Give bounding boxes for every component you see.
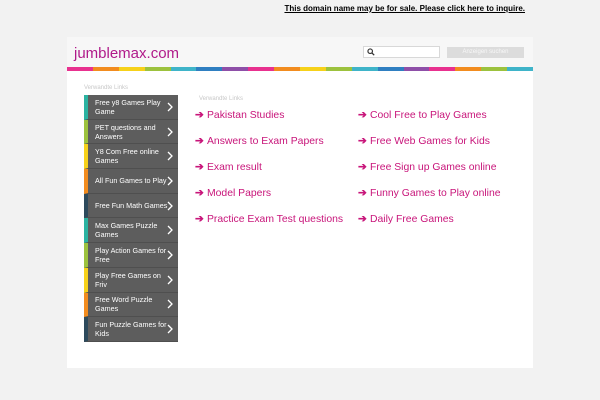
related-link-label: Exam result (207, 162, 262, 173)
sidebar-item-label: Free y8 Games Play Game (95, 97, 161, 116)
related-link-label: Answers to Exam Papers (207, 136, 324, 147)
sidebar-heading: Verwandte Links (84, 85, 129, 91)
related-link[interactable]: ➔ Free Sign up Games online (358, 161, 497, 174)
sidebar-item[interactable]: All Fun Games to Play (84, 169, 178, 194)
sidebar-item[interactable]: Play Free Games on Friv (84, 267, 178, 293)
rainbow-segment (144, 67, 171, 71)
related-link[interactable]: ➔ Funny Games to Play online (358, 187, 501, 200)
arrow-right-icon: ➔ (195, 214, 204, 225)
search-box[interactable] (363, 46, 440, 58)
arrow-right-icon: ➔ (358, 188, 367, 199)
related-link-label: Cool Free to Play Games (370, 110, 487, 121)
search-button[interactable]: Anzeigen suchen (447, 47, 524, 58)
arrow-right-icon: ➔ (195, 162, 204, 173)
chevron-right-icon (167, 324, 173, 334)
rainbow-segment (92, 67, 119, 71)
rainbow-segment (481, 67, 508, 71)
related-link-label: Funny Games to Play online (370, 188, 501, 199)
arrow-right-icon: ➔ (195, 188, 204, 199)
related-link[interactable]: ➔ Exam result (195, 161, 262, 174)
sidebar-item[interactable]: Free Word Puzzle Games (84, 292, 178, 318)
related-link[interactable]: ➔ Cool Free to Play Games (358, 109, 487, 122)
sidebar-item-label: Y8 Com Free online Games (95, 147, 159, 166)
related-link[interactable]: ➔ Practice Exam Test questions (195, 213, 343, 226)
chevron-right-icon (167, 225, 173, 235)
related-link[interactable]: ➔ Free Web Games for Kids (358, 135, 490, 148)
rainbow-segment (403, 67, 430, 71)
chevron-right-icon (167, 176, 173, 186)
related-link[interactable]: ➔ Answers to Exam Papers (195, 135, 324, 148)
sale-notice-bar: This domain name may be for sale. Please… (0, 4, 600, 16)
sale-notice-link[interactable]: This domain name may be for sale. Please… (284, 4, 525, 13)
rainbow-segment (118, 67, 145, 71)
site-logo[interactable]: jumblemax.com (74, 45, 179, 63)
chevron-right-icon (167, 201, 173, 211)
sidebar-item-label: PET questions and Answers (95, 122, 156, 141)
chevron-right-icon (167, 299, 173, 309)
rainbow-segment (170, 67, 197, 71)
rainbow-segment (300, 67, 326, 71)
chevron-right-icon (167, 102, 173, 112)
sidebar-item[interactable]: Play Action Games for Free (84, 243, 178, 268)
sidebar-item[interactable]: Y8 Com Free online Games (84, 144, 178, 170)
related-link-label: Free Sign up Games online (370, 162, 497, 173)
arrow-right-icon: ➔ (195, 110, 204, 121)
rainbow-divider (67, 67, 534, 71)
main-heading: Verwandte Links (199, 96, 244, 102)
rainbow-segment (429, 67, 456, 71)
rainbow-segment (351, 67, 378, 71)
arrow-right-icon: ➔ (195, 136, 204, 147)
arrow-right-icon: ➔ (358, 136, 367, 147)
related-link[interactable]: ➔ Daily Free Games (358, 213, 454, 226)
rainbow-segment (455, 67, 482, 71)
related-link[interactable]: ➔ Pakistan Studies (195, 109, 284, 122)
sidebar-item[interactable]: Free y8 Games Play Game (84, 95, 178, 120)
sidebar-item[interactable]: Max Games Puzzle Games (84, 218, 178, 244)
rainbow-segment (377, 67, 404, 71)
chevron-right-icon (167, 250, 173, 260)
rainbow-segment (222, 67, 249, 71)
rainbow-segment (325, 67, 352, 71)
sidebar-item-label: All Fun Games to Play (95, 176, 167, 186)
sidebar-item[interactable]: Free Fun Math Games (84, 193, 178, 219)
arrow-right-icon: ➔ (358, 162, 367, 173)
related-link-label: Free Web Games for Kids (370, 136, 490, 147)
arrow-right-icon: ➔ (358, 110, 367, 121)
sidebar-item-label: Fun Puzzle Games for Kids (95, 320, 167, 339)
rainbow-segment (67, 67, 93, 71)
chevron-right-icon (167, 127, 173, 136)
search-input[interactable] (377, 47, 437, 57)
sidebar-item[interactable]: PET questions and Answers (84, 119, 178, 145)
related-link-label: Practice Exam Test questions (207, 214, 344, 225)
search-icon (367, 48, 375, 56)
related-link-label: Daily Free Games (370, 214, 454, 225)
sidebar-item-label: Free Word Puzzle Games (95, 295, 153, 314)
related-link-label: Model Papers (207, 188, 272, 199)
main-card: jumblemax.com Anzeigen suchen Verwandte … (67, 37, 534, 368)
related-link[interactable]: ➔ Model Papers (195, 187, 271, 200)
chevron-right-icon (167, 151, 173, 161)
rainbow-segment (507, 67, 534, 71)
sidebar-item-label: Max Games Puzzle Games (95, 221, 158, 240)
chevron-right-icon (167, 275, 173, 285)
rainbow-segment (274, 67, 301, 71)
related-link-label: Pakistan Studies (207, 110, 285, 121)
header: jumblemax.com Anzeigen suchen (67, 37, 533, 67)
rainbow-segment (196, 67, 223, 71)
sidebar-item[interactable]: Fun Puzzle Games for Kids (84, 317, 178, 342)
sidebar-item-label: Play Free Games on Friv (95, 270, 161, 289)
sidebar-item-label: Play Action Games for Free (95, 245, 167, 264)
rainbow-segment (248, 67, 275, 71)
arrow-right-icon: ➔ (358, 214, 367, 225)
sidebar-item-label: Free Fun Math Games (95, 201, 168, 211)
sidebar: Free y8 Games Play Game PET questions and… (84, 95, 178, 342)
